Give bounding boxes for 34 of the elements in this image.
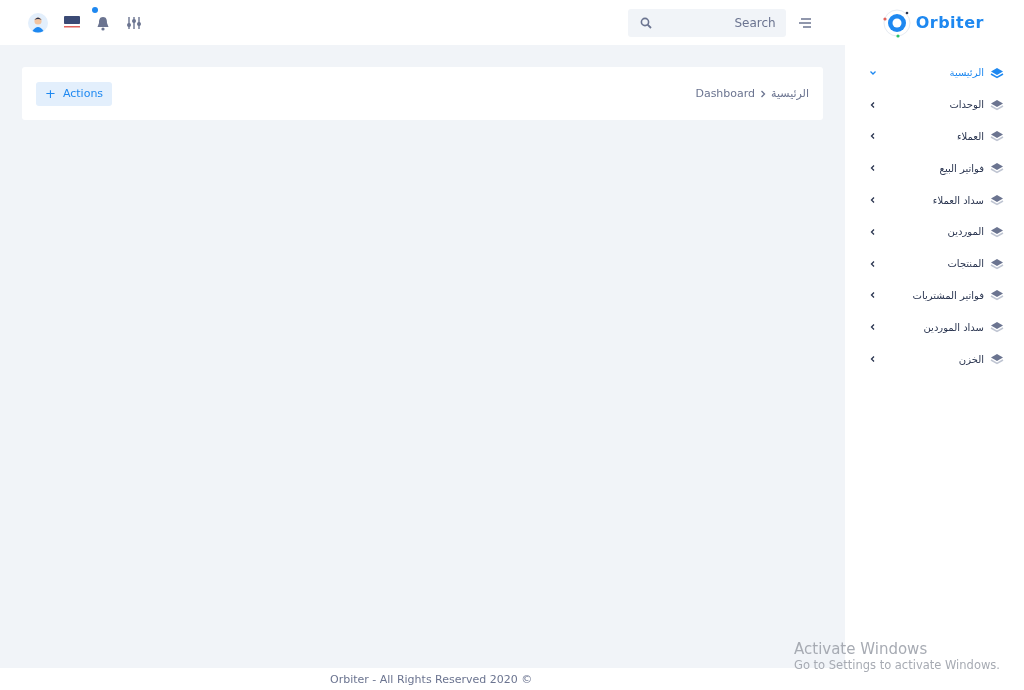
layers-icon — [990, 130, 1004, 143]
sidebar-item[interactable]: العملاء — [845, 120, 1024, 153]
layers-icon — [990, 321, 1004, 334]
sidebar-item[interactable]: الخزن — [845, 343, 1024, 375]
bell-icon[interactable] — [96, 14, 110, 31]
layers-icon — [990, 225, 1004, 238]
flag-icon[interactable] — [64, 14, 80, 31]
search-field[interactable]: Search — [627, 8, 786, 37]
logo-text: Orbiter — [915, 13, 984, 32]
activation-title: Activate Windows — [794, 640, 929, 658]
layers-icon — [990, 353, 1004, 366]
sidebar-item[interactable]: المنتجات — [845, 247, 1024, 280]
menu-icon[interactable] — [797, 16, 812, 29]
activation-text: Go to Settings to activate Windows. — [794, 658, 1000, 672]
logo-icon — [881, 7, 912, 38]
sidebar-item[interactable]: سداد العملاء — [845, 184, 1024, 216]
layers-icon — [990, 194, 1004, 207]
sidebar-item[interactable]: الموردين — [845, 216, 1024, 248]
layers-icon — [990, 257, 1004, 270]
layers-icon — [990, 66, 1004, 79]
breadcrumb-link[interactable]: الرئيسية — [771, 87, 809, 100]
sidebar-item[interactable]: الوحدات — [845, 88, 1024, 121]
chevron-icon — [760, 89, 767, 98]
layers-icon — [990, 289, 1004, 302]
sidebar-item[interactable]: فواتير البيع — [845, 152, 1024, 185]
footer-text: Orbiter - All Rights Reserved 2020 © — [330, 672, 533, 686]
sidebar-item[interactable]: سداد الموردين — [845, 311, 1024, 344]
sliders-icon[interactable] — [126, 15, 142, 30]
sidebar-item[interactable]: فواتير المشتريات — [845, 279, 1024, 312]
layers-icon — [990, 162, 1004, 175]
avatar-icon[interactable] — [28, 12, 48, 33]
breadcrumb-link[interactable]: Dashboard — [695, 87, 756, 100]
layers-icon — [990, 98, 1004, 111]
sidebar-item[interactable]: الرئيسية — [845, 57, 1024, 89]
